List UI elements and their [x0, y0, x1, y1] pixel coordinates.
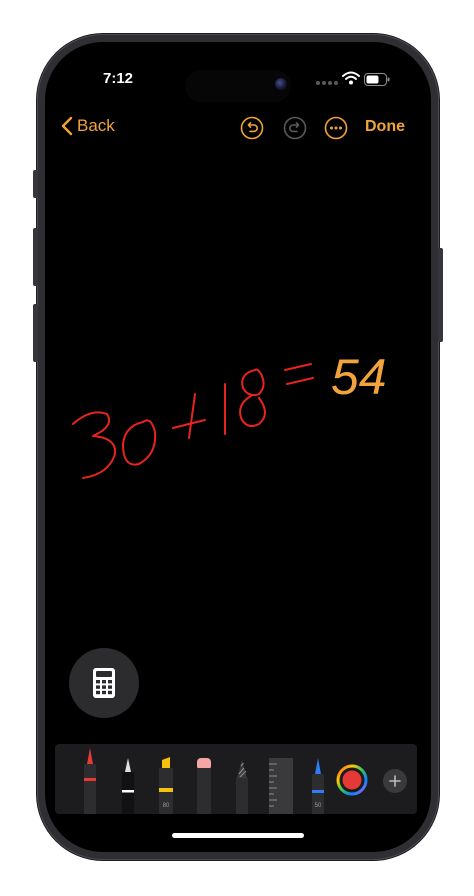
ruler-tool[interactable]: [267, 744, 295, 814]
volume-down-button: [33, 304, 38, 362]
highlighter-tool[interactable]: 80: [155, 744, 177, 814]
handwritten-expression: [72, 363, 314, 479]
tool-palette: 80 50: [55, 744, 417, 814]
equation-result: 54: [331, 349, 387, 405]
screen: 7:12 Back Done 54 80 50: [45, 42, 431, 852]
highlighter-opacity-label: 80: [163, 803, 170, 809]
pencil-tool[interactable]: 50: [307, 744, 329, 814]
color-picker-icon[interactable]: [335, 763, 369, 797]
pen-tool[interactable]: [79, 744, 101, 814]
lasso-tool[interactable]: [231, 744, 253, 814]
plus-icon: [389, 775, 401, 787]
action-button: [33, 170, 38, 198]
calculator-button[interactable]: [69, 648, 139, 718]
power-button: [438, 248, 443, 342]
eraser-tool[interactable]: [193, 744, 215, 814]
calculator-icon: [93, 668, 115, 698]
home-indicator[interactable]: [172, 833, 304, 838]
drawing-canvas[interactable]: 54: [45, 42, 431, 852]
pencil-opacity-label: 50: [315, 803, 322, 809]
monoline-pen-tool[interactable]: [117, 744, 139, 814]
add-tool-button[interactable]: [383, 769, 407, 793]
volume-up-button: [33, 228, 38, 286]
